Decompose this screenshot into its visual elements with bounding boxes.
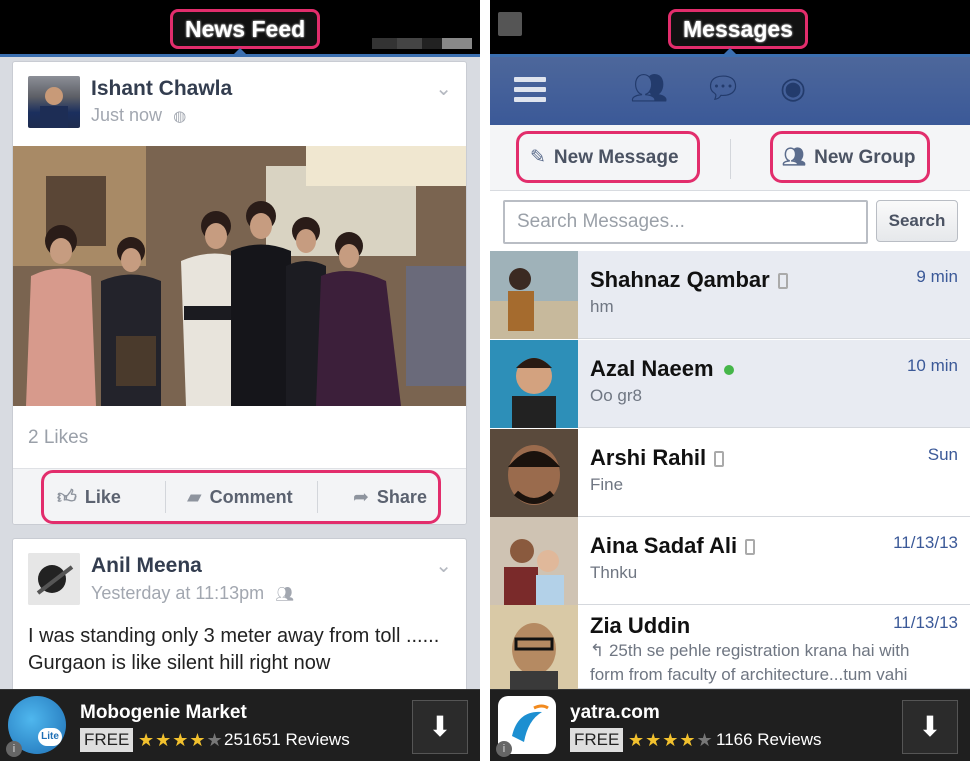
ad-app-name: Mobogenie Market bbox=[80, 702, 247, 723]
ad-banner[interactable]: Lite Mobogenie Market FREE ★★★★★ 251651 … bbox=[0, 689, 480, 761]
ad-review-count: 251651 Reviews bbox=[224, 730, 350, 749]
search-button[interactable]: Search bbox=[876, 200, 958, 242]
contact-avatar bbox=[490, 340, 578, 428]
chevron-down-icon[interactable]: ⌄ bbox=[435, 76, 452, 101]
notification-icon bbox=[498, 12, 522, 36]
avatar-person-icon bbox=[40, 87, 68, 128]
contact-avatar bbox=[490, 517, 578, 605]
online-status-icon bbox=[723, 365, 734, 376]
thread-time: 11/13/13 bbox=[893, 613, 958, 632]
menu-icon[interactable] bbox=[514, 77, 546, 103]
friend-requests-icon[interactable]: 👥︎ bbox=[630, 71, 668, 106]
info-icon[interactable]: i bbox=[6, 741, 22, 757]
thread-snippet: hm bbox=[590, 297, 614, 316]
message-thread[interactable]: Arshi Rahil Sun Fine bbox=[490, 429, 970, 517]
thread-snippet: ↰ 25th se pehle registration krana hai w… bbox=[590, 641, 910, 684]
group-photo-illustration bbox=[13, 146, 466, 406]
author-name[interactable]: Anil Meena bbox=[91, 554, 202, 578]
thread-snippet: Fine bbox=[590, 475, 624, 494]
post-time: Just now ◍ bbox=[91, 105, 187, 125]
new-group-highlight bbox=[770, 131, 930, 183]
screen-divider bbox=[480, 0, 490, 761]
news-feed-screen: News Feed Ishant Chawla Just now ◍ ⌄ 2 L… bbox=[0, 0, 480, 761]
messages-title: Messages bbox=[668, 9, 808, 49]
contact-name: Azal Naeem bbox=[590, 356, 734, 382]
likes-count[interactable]: 2 Likes bbox=[28, 427, 88, 449]
status-bar: News Feed bbox=[0, 0, 480, 57]
contact-name: Shahnaz Qambar bbox=[590, 267, 788, 293]
notifications-globe-icon[interactable]: ◉ bbox=[780, 71, 806, 106]
author-name[interactable]: Ishant Chawla bbox=[91, 77, 232, 101]
messages-screen: Messages 👥︎ 💬︎ ◉ ✎ New Message 👥︎ New Grou… bbox=[490, 0, 970, 761]
ad-review-count: 1166 Reviews bbox=[716, 730, 822, 749]
contact-name: Aina Sadaf Ali bbox=[590, 533, 756, 559]
post-time: Yesterday at 11:13pm 👥︎ bbox=[91, 583, 295, 603]
contact-avatar bbox=[490, 429, 578, 517]
new-message-highlight bbox=[516, 131, 700, 183]
thread-time: 10 min bbox=[906, 356, 958, 375]
post-text: I was standing only 3 meter away from to… bbox=[28, 625, 440, 674]
author-avatar[interactable] bbox=[28, 76, 80, 128]
contact-name: Arshi Rahil bbox=[590, 445, 725, 471]
mobile-icon bbox=[714, 451, 725, 468]
globe-icon: ◍ bbox=[173, 108, 187, 125]
post-photo[interactable] bbox=[13, 146, 466, 406]
ad-banner[interactable]: yatra.com FREE ★★★★★ 1166 Reviews ⬇ i bbox=[490, 689, 970, 761]
message-thread[interactable]: Zia Uddin 11/13/13 ↰ 25th se pehle regis… bbox=[490, 605, 970, 693]
message-actions-bar: ✎ New Message 👥︎ New Group bbox=[490, 125, 970, 191]
status-icons bbox=[372, 38, 472, 49]
friends-icon: 👥︎ bbox=[275, 586, 295, 603]
contact-avatar bbox=[490, 251, 578, 339]
message-thread[interactable]: Aina Sadaf Ali 11/13/13 Thnku bbox=[490, 517, 970, 605]
search-row: Search Messages... Search bbox=[490, 191, 970, 251]
actions-highlight bbox=[41, 470, 441, 524]
message-thread[interactable]: Shahnaz Qambar 9 min hm bbox=[490, 251, 970, 339]
contact-avatar bbox=[490, 605, 578, 693]
mobile-icon bbox=[777, 273, 788, 290]
messages-icon[interactable]: 💬︎ bbox=[704, 71, 742, 106]
post-action-bar: 👍︎ Like ▰ Comment ➦ Share bbox=[13, 468, 466, 524]
status-bar: Messages bbox=[490, 0, 970, 57]
thread-snippet: Oo gr8 bbox=[590, 386, 642, 405]
contact-name: Zia Uddin bbox=[590, 613, 691, 638]
avatar-person-icon bbox=[28, 553, 80, 605]
ad-price-badge: FREE bbox=[80, 728, 134, 752]
facebook-nav-bar: 👥︎ 💬︎ ◉ bbox=[490, 57, 970, 125]
ad-rating-stars: ★★★★★ bbox=[628, 730, 714, 750]
download-arrow-icon[interactable]: ⬇ bbox=[902, 700, 958, 754]
thread-time: 11/13/13 bbox=[893, 533, 958, 552]
search-input[interactable]: Search Messages... bbox=[503, 200, 868, 244]
post-card: Ishant Chawla Just now ◍ ⌄ 2 Likes 👍︎ Li… bbox=[12, 61, 467, 525]
mobile-icon bbox=[745, 539, 756, 556]
ad-app-name: yatra.com bbox=[570, 702, 660, 723]
thread-snippet: Thnku bbox=[590, 563, 638, 582]
download-arrow-icon[interactable]: ⬇ bbox=[412, 700, 468, 754]
ad-rating-stars: ★★★★★ bbox=[138, 730, 224, 750]
info-icon[interactable]: i bbox=[496, 741, 512, 757]
chevron-down-icon[interactable]: ⌄ bbox=[435, 553, 452, 578]
thread-time: Sun bbox=[927, 445, 958, 464]
author-avatar[interactable] bbox=[28, 553, 80, 605]
news-feed-title: News Feed bbox=[170, 9, 321, 49]
ad-price-badge: FREE bbox=[570, 728, 624, 752]
post-card: Anil Meena Yesterday at 11:13pm 👥︎ ⌄ I w… bbox=[12, 538, 467, 698]
message-thread[interactable]: Azal Naeem 10 min Oo gr8 bbox=[490, 340, 970, 428]
thread-time: 9 min bbox=[916, 267, 958, 286]
